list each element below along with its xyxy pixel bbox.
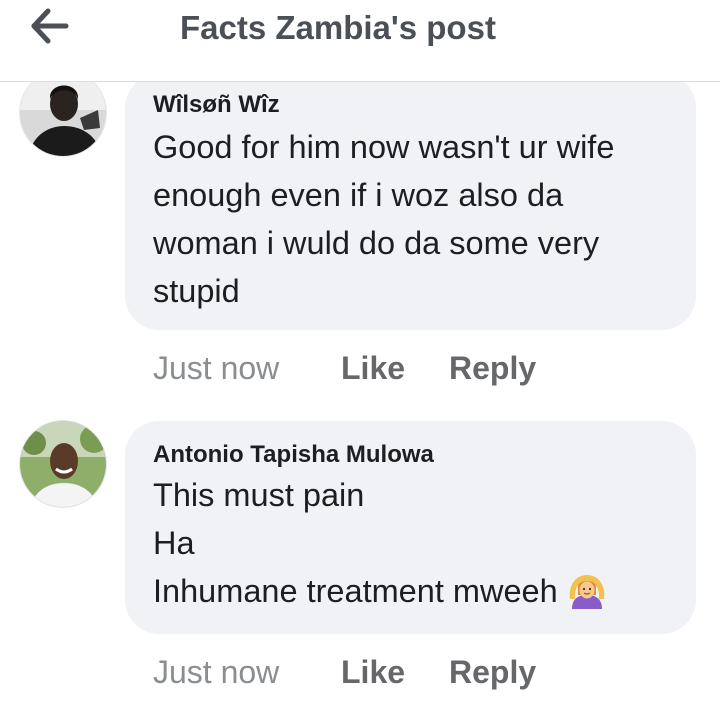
like-button[interactable]: Like [341,348,405,388]
reply-button[interactable]: Reply [449,652,536,692]
comment-text-line: Inhumane treatment mweeh [153,567,676,615]
user-avatar-icon [20,421,106,507]
arrow-left-icon [31,8,69,44]
like-button[interactable]: Like [341,652,405,692]
comment-text-line: Good for him now wasn't ur wife [153,129,615,165]
comment-bubble: Wîlsøñ Wîz Good for him now wasn't ur wi… [125,74,696,330]
comment-author[interactable]: Antonio Tapisha Mulowa [153,440,676,470]
comment-text-line: Ha [153,525,195,561]
back-button[interactable] [26,6,72,46]
page-title: Facts Zambia's post [180,9,496,46]
user-avatar-icon [20,70,106,156]
comment-text-segment: Inhumane treatment mweeh [153,573,558,609]
comment-text-line: enough even if i woz also da [153,177,564,213]
comment-timestamp: Just now [153,350,280,386]
commenter-avatar[interactable] [19,69,107,157]
comment-author[interactable]: Wîlsøñ Wîz [153,90,676,120]
comment-bubble: Antonio Tapisha Mulowa This must pain Ha… [125,421,696,634]
commenter-avatar[interactable] [19,420,107,508]
reply-button[interactable]: Reply [449,348,536,388]
comment-text-line: stupid [153,273,240,309]
top-bar: Facts Zambia's post [0,0,720,82]
person-gesturing-ok-emoji [569,575,604,610]
comment-timestamp: Just now [153,654,280,690]
comment-text-line: woman i wuld do da some very [153,225,600,261]
comment-text-line: This must pain [153,477,365,513]
comments-page: Wîlsøñ Wîz Good for him now wasn't ur wi… [0,0,720,715]
